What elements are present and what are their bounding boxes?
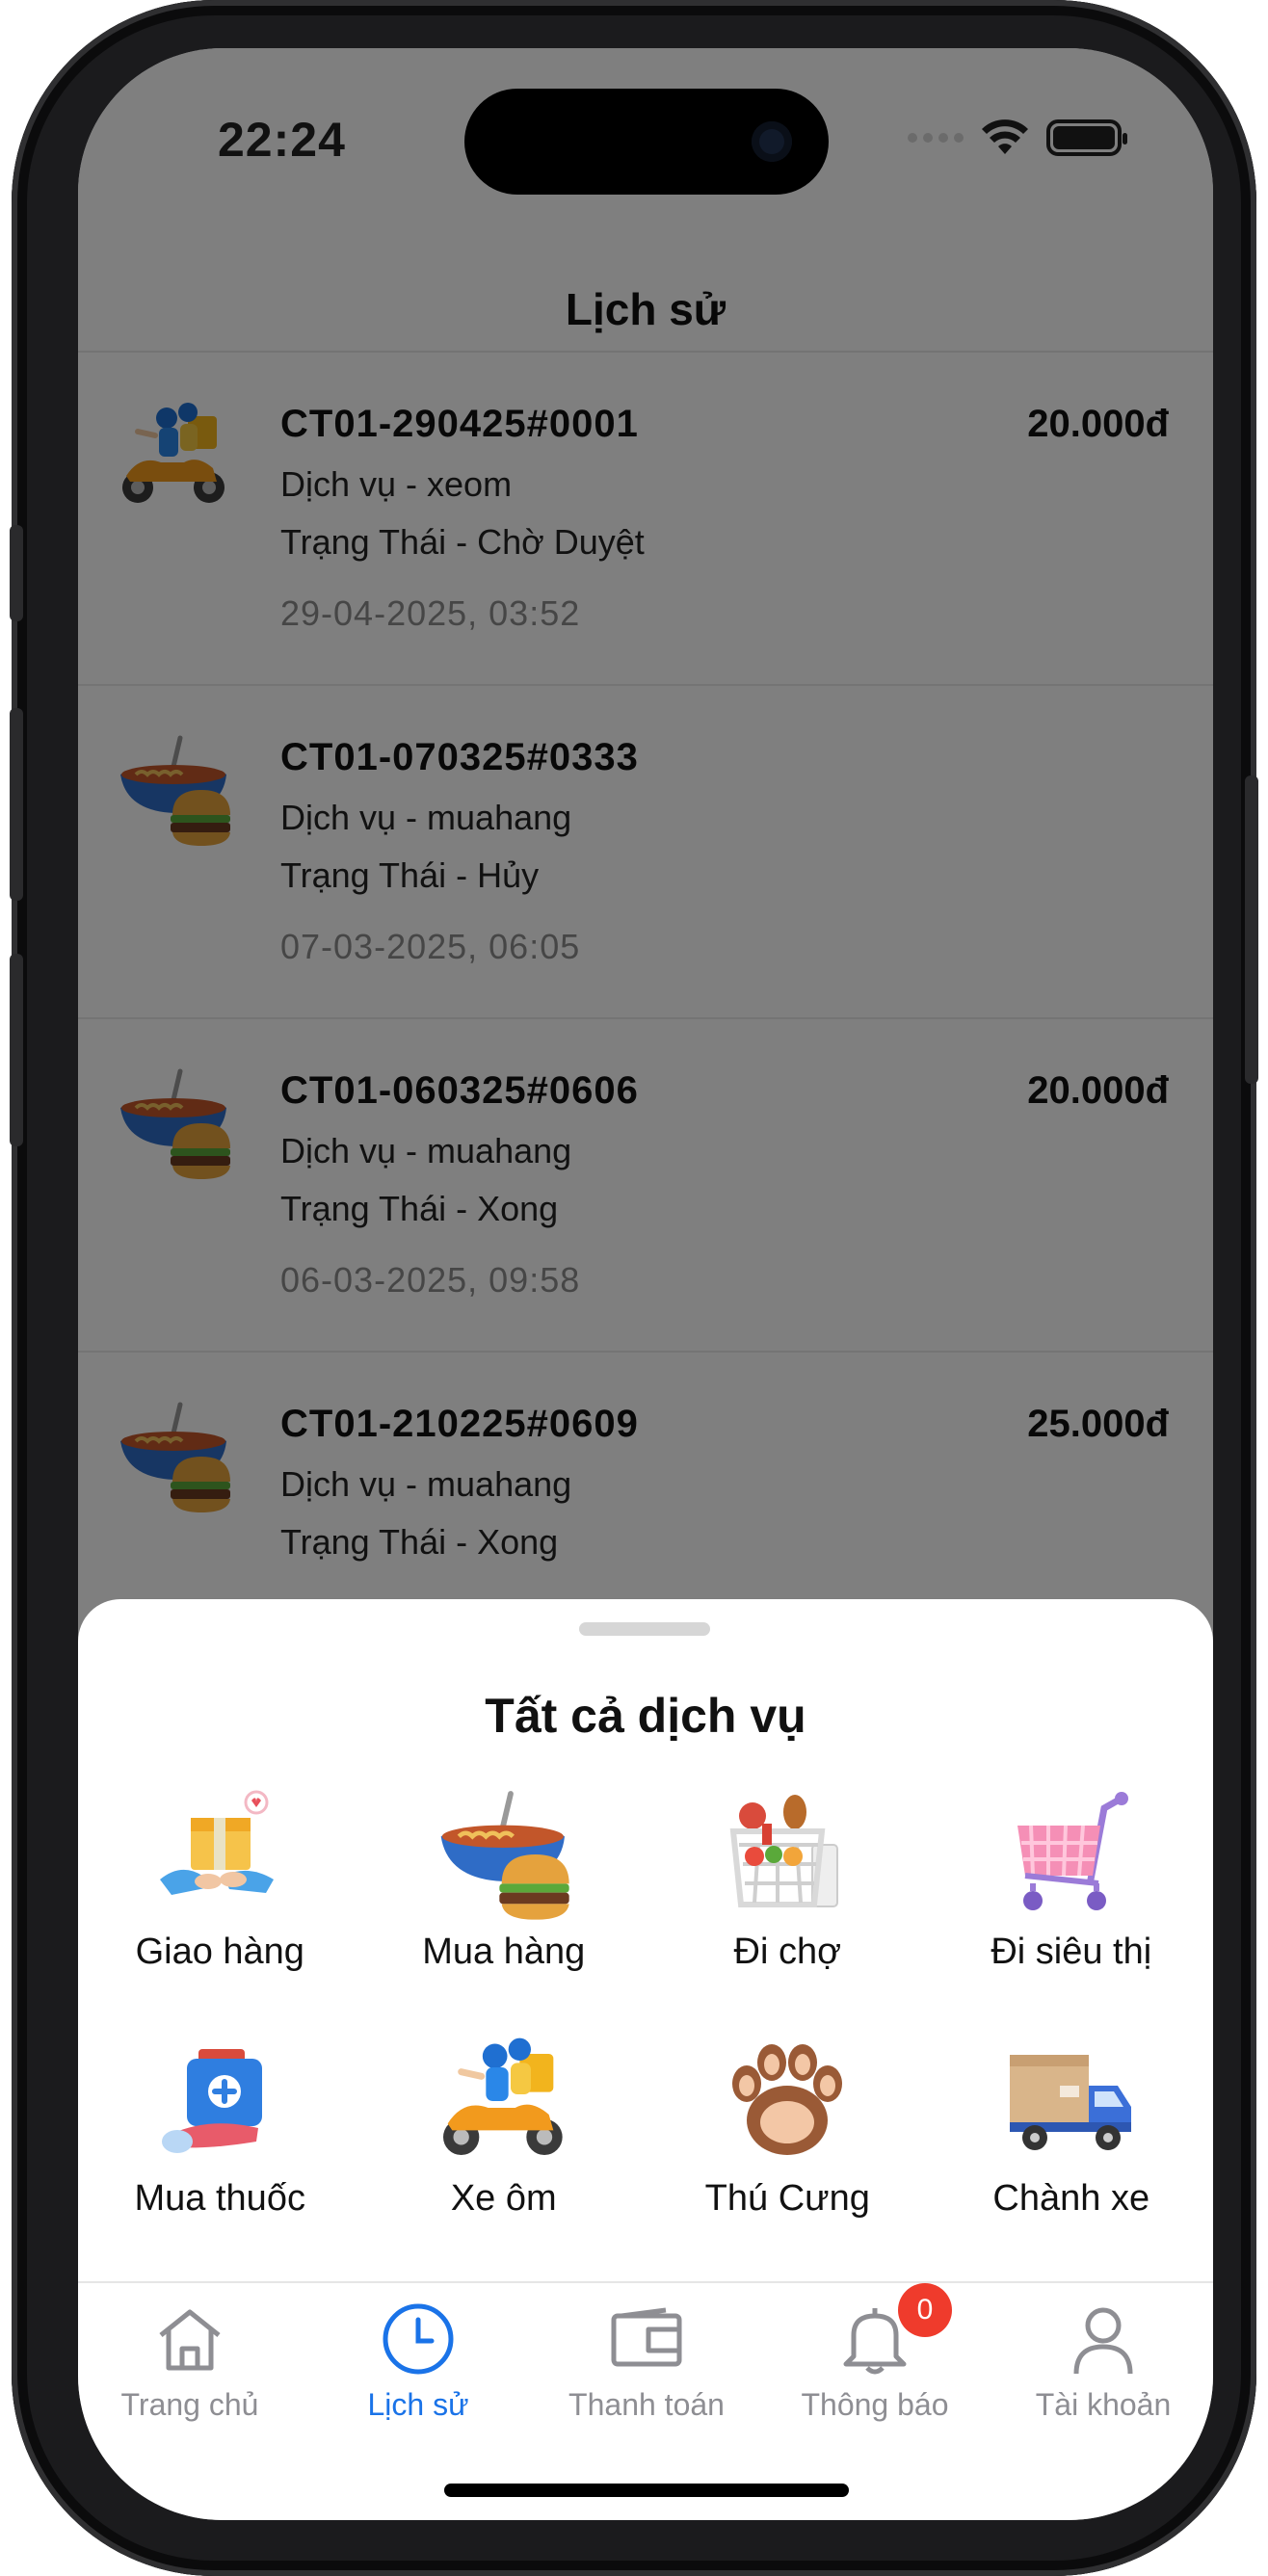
tab-label: Trang chủ [120, 2387, 259, 2422]
service-tile[interactable]: Mua thuốc [78, 2034, 362, 2261]
service-tile[interactable]: Đi chợ [646, 1787, 930, 2014]
service-tile[interactable]: Giao hàng [78, 1787, 362, 2014]
services-bottom-sheet: Tất cả dịch vụ Giao hàng Mua hàng Đi chợ… [78, 1599, 1213, 2283]
tab-label: Lịch sử [367, 2387, 469, 2422]
tab-label: Thông báo [801, 2387, 949, 2422]
phone-frame: 22:24 Lịch sử [10, 0, 1258, 2576]
volume-up-button [10, 708, 23, 901]
cellular-signal-icon [908, 133, 964, 143]
service-tile[interactable]: Chành xe [930, 2034, 1214, 2261]
power-button [1245, 775, 1258, 1084]
delivery-truck-icon [1004, 2034, 1139, 2169]
camera-icon [752, 121, 792, 162]
volume-down-button [10, 954, 23, 1146]
service-tile[interactable]: Xe ôm [362, 2034, 647, 2261]
wallet-icon [608, 2300, 685, 2378]
sheet-title: Tất cả dịch vụ [485, 1689, 806, 1743]
noodle-burger-icon [436, 1787, 571, 1922]
clock-icon [380, 2300, 457, 2378]
dynamic-island [464, 89, 829, 195]
home-icon [151, 2300, 228, 2378]
service-label: Xe ôm [450, 2178, 557, 2219]
user-icon [1065, 2300, 1142, 2378]
service-tile[interactable]: Thú Cưng [646, 2034, 930, 2261]
service-label: Mua hàng [422, 1932, 586, 1972]
service-tile[interactable]: Mua hàng [362, 1787, 647, 2014]
service-label: Thú Cưng [704, 2178, 870, 2219]
wifi-icon [982, 119, 1028, 154]
sheet-drag-handle[interactable] [579, 1622, 710, 1636]
status-icons [908, 119, 1127, 156]
service-grid: Giao hàng Mua hàng Đi chợ Đi siêu thị Mu… [78, 1787, 1213, 2261]
tab-clock[interactable]: Lịch sử [304, 2283, 532, 2428]
status-bar: 22:24 [78, 48, 1213, 212]
tab-user[interactable]: Tài khoản [990, 2283, 1213, 2428]
service-label: Đi chợ [733, 1932, 842, 1972]
shopping-cart-icon [1004, 1787, 1139, 1922]
scooter-delivery-icon [436, 2034, 571, 2169]
medicine-kit-icon [152, 2034, 287, 2169]
tab-label: Thanh toán [568, 2387, 725, 2422]
tab-wallet[interactable]: Thanh toán [533, 2283, 760, 2428]
battery-icon [1046, 119, 1127, 156]
tab-label: Tài khoản [1035, 2387, 1172, 2422]
status-time: 22:24 [218, 113, 346, 167]
tab-home[interactable]: Trang chủ [78, 2283, 304, 2428]
service-label: Đi siêu thị [991, 1932, 1152, 1972]
service-tile[interactable]: Đi siêu thị [930, 1787, 1214, 2014]
action-button [10, 525, 23, 621]
home-indicator[interactable] [444, 2484, 849, 2497]
service-label: Giao hàng [135, 1932, 304, 1972]
screen: 22:24 Lịch sử [78, 48, 1213, 2520]
notification-badge: 0 [898, 2283, 952, 2337]
grocery-basket-icon [720, 1787, 855, 1922]
service-label: Mua thuốc [134, 2178, 305, 2219]
paw-icon [720, 2034, 855, 2169]
tab-bell[interactable]: Thông báo 0 [761, 2283, 989, 2428]
service-label: Chành xe [992, 2178, 1150, 2219]
parcel-delivery-icon [152, 1787, 287, 1922]
